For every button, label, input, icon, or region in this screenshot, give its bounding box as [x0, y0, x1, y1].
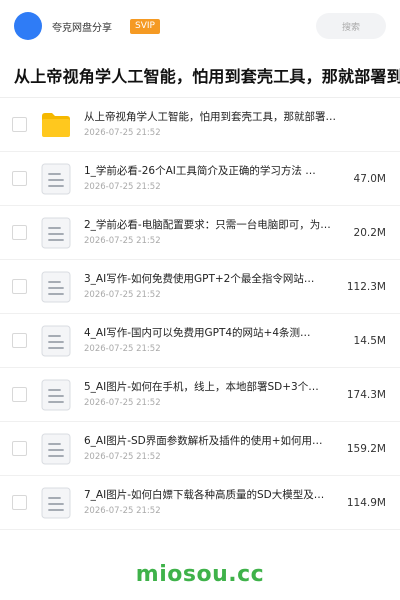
- row-checkbox[interactable]: [12, 441, 27, 456]
- file-date: 2026-07-25 21:52: [84, 506, 161, 516]
- file-size: 47.0M: [353, 172, 386, 185]
- search-input[interactable]: 搜索: [316, 13, 386, 39]
- row-checkbox[interactable]: [12, 171, 27, 186]
- list-item[interactable]: 3_AI写作-如何免费使用GPT+2个最全指令网站… 2026-07-25 21…: [0, 260, 400, 314]
- file-name: 2_学前必看-电脑配置要求：只需一台电脑即可，为何…: [84, 219, 336, 231]
- document-icon: [40, 163, 72, 195]
- file-date: 2026-07-25 21:52: [84, 236, 161, 246]
- file-date: 2026-07-25 21:52: [84, 452, 161, 462]
- file-date: 2026-07-25 21:52: [84, 344, 161, 354]
- file-size: 20.2M: [353, 226, 386, 239]
- row-checkbox[interactable]: [12, 495, 27, 510]
- avatar[interactable]: [14, 12, 42, 40]
- svip-badge: SVIP: [130, 18, 160, 34]
- file-name: 6_AI图片-SD界面参数解析及插件的使用+如何用…: [84, 435, 323, 447]
- file-name: 4_AI写作-国内可以免费用GPT4的网站+4条测…: [84, 327, 311, 339]
- watermark: miosou.cc: [135, 562, 265, 587]
- file-date: 2026-07-25 21:52: [84, 398, 161, 408]
- document-icon: [40, 325, 72, 357]
- file-size: 159.2M: [346, 442, 386, 455]
- file-size: 112.3M: [346, 280, 386, 293]
- document-icon: [40, 433, 72, 465]
- row-checkbox[interactable]: [12, 387, 27, 402]
- file-name: 3_AI写作-如何免费使用GPT+2个最全指令网站…: [84, 273, 315, 285]
- file-size: 174.3M: [346, 388, 386, 401]
- document-icon: [40, 487, 72, 519]
- row-checkbox[interactable]: [12, 117, 27, 132]
- share-page: 夸克网盘分享 SVIP 搜索 从上帝视角学人工智能，怕用到套壳工具，那就部署到本…: [0, 0, 400, 600]
- search-placeholder: 搜索: [341, 22, 360, 33]
- row-checkbox[interactable]: [12, 225, 27, 240]
- list-item[interactable]: 4_AI写作-国内可以免费用GPT4的网站+4条测… 2026-07-25 21…: [0, 314, 400, 368]
- file-name: 7_AI图片-如何白嫖下载各种高质量的SD大模型及…: [84, 489, 325, 501]
- header-bar: 夸克网盘分享 SVIP 搜索: [0, 0, 400, 52]
- list-item[interactable]: 5_AI图片-如何在手机，线上，本地部署SD+3个… 2026-07-25 21…: [0, 368, 400, 422]
- page-title: 从上帝视角学人工智能，怕用到套壳工具，那就部署到本地: [14, 66, 400, 86]
- file-date: 2026-07-25 21:52: [84, 128, 161, 138]
- folder-title-bar: 从上帝视角学人工智能，怕用到套壳工具，那就部署到本地: [0, 52, 400, 98]
- file-name: 从上帝视角学人工智能，怕用到套壳工具，那就部署到本地: [84, 111, 336, 123]
- list-item[interactable]: 7_AI图片-如何白嫖下载各种高质量的SD大模型及… 2026-07-25 21…: [0, 476, 400, 530]
- document-icon: [40, 217, 72, 249]
- list-item[interactable]: 6_AI图片-SD界面参数解析及插件的使用+如何用… 2026-07-25 21…: [0, 422, 400, 476]
- row-checkbox[interactable]: [12, 279, 27, 294]
- folder-icon: [40, 109, 72, 141]
- app-name: 夸克网盘分享: [52, 22, 112, 34]
- file-size: 114.9M: [346, 496, 386, 509]
- file-date: 2026-07-25 21:52: [84, 290, 161, 300]
- document-icon: [40, 379, 72, 411]
- list-item[interactable]: 从上帝视角学人工智能，怕用到套壳工具，那就部署到本地 2026-07-25 21…: [0, 98, 400, 152]
- file-size: 14.5M: [353, 334, 386, 347]
- document-icon: [40, 271, 72, 303]
- file-name: 5_AI图片-如何在手机，线上，本地部署SD+3个…: [84, 381, 319, 393]
- list-item[interactable]: 1_学前必看-26个AI工具简介及正确的学习方法 … 2026-07-25 21…: [0, 152, 400, 206]
- list-item[interactable]: 2_学前必看-电脑配置要求：只需一台电脑即可，为何… 2026-07-25 21…: [0, 206, 400, 260]
- file-date: 2026-07-25 21:52: [84, 182, 161, 192]
- file-name: 1_学前必看-26个AI工具简介及正确的学习方法 …: [84, 165, 316, 177]
- row-checkbox[interactable]: [12, 333, 27, 348]
- file-list: 从上帝视角学人工智能，怕用到套壳工具，那就部署到本地 2026-07-25 21…: [0, 98, 400, 530]
